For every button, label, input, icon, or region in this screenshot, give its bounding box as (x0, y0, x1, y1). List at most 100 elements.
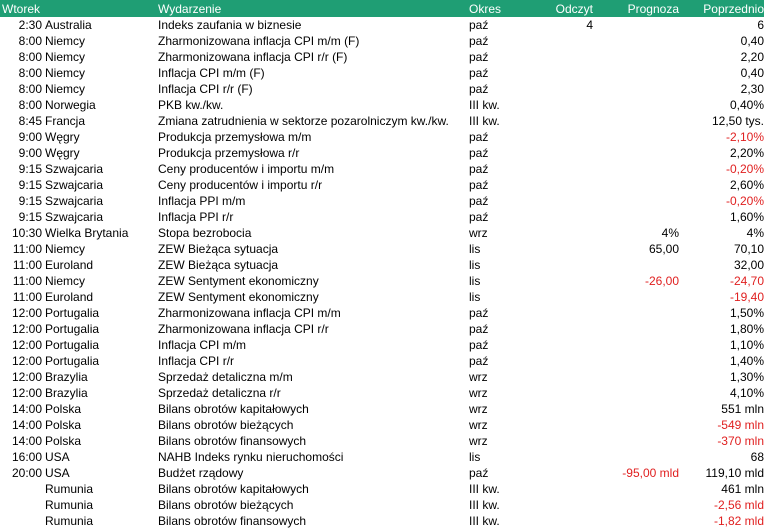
table-row: 2:30 Australia Indeks zaufania w biznesie p… (0, 17, 764, 33)
table-row: 9:15 Szwajcaria Ceny producentów i importu… (0, 161, 764, 177)
table-body: 2:30 Australia Indeks zaufania w biznesie p… (0, 17, 764, 529)
cell-period: lis (469, 450, 481, 464)
cell-period: paź (469, 210, 489, 224)
cell-country: Wielka Brytania (45, 226, 129, 240)
header-forecast: Prognoza (627, 1, 679, 16)
header-event: Wydarzenie (158, 1, 222, 16)
cell-period: paź (469, 146, 489, 160)
cell-country: Szwajcaria (45, 178, 104, 192)
cell-previous: 68 (750, 450, 764, 464)
cell-period: III kw. (469, 114, 500, 128)
cell-actual: 4 (586, 18, 593, 32)
cell-country: Niemcy (45, 242, 86, 256)
cell-time: 14:00 (11, 434, 42, 448)
cell-period: paź (469, 82, 489, 96)
cell-previous: 32,00 (733, 258, 764, 272)
cell-event: Inflacja CPI r/r (F) (158, 82, 253, 96)
cell-time: 12:00 (11, 370, 42, 384)
table-row: 8:00 Niemcy Zharmonizowana inflacja CPI r/… (0, 49, 764, 65)
cell-country: Brazylia (45, 386, 88, 400)
cell-period: paź (469, 322, 489, 336)
cell-previous: 2,60% (729, 178, 764, 192)
cell-event: ZEW Sentyment ekonomiczny (158, 274, 319, 288)
cell-previous: -24,70 (729, 274, 764, 288)
cell-time: 12:00 (11, 386, 42, 400)
cell-time: 11:00 (12, 242, 42, 256)
cell-period: III kw. (469, 498, 500, 512)
table-row: 12:00 Portugalia Inflacja CPI m/m paź 1,10% (0, 337, 764, 353)
cell-previous: 0,40% (729, 98, 764, 112)
cell-country: Francja (45, 114, 86, 128)
cell-previous: 2,30 (740, 82, 764, 96)
cell-country: Szwajcaria (45, 162, 104, 176)
table-row: 9:00 Węgry Produkcja przemysłowa m/m paź -2,… (0, 129, 764, 145)
cell-previous: 551 mln (721, 402, 764, 416)
cell-period: paź (469, 50, 489, 64)
cell-previous: 1,40% (729, 354, 764, 368)
cell-event: Inflacja CPI m/m (F) (158, 66, 265, 80)
cell-event: Produkcja przemysłowa r/r (158, 146, 300, 160)
cell-period: paź (469, 466, 489, 480)
cell-event: Budżet rządowy (158, 466, 244, 480)
cell-country: Polska (45, 434, 82, 448)
table-row: 12:00 Portugalia Zharmonizowana inflacja C… (0, 321, 764, 337)
table-row: 9:15 Szwajcaria Ceny producentów i importu… (0, 177, 764, 193)
cell-country: Portugalia (45, 322, 100, 336)
cell-event: Inflacja CPI m/m (158, 338, 247, 352)
cell-event: Zharmonizowana inflacja CPI r/r (F) (158, 50, 348, 64)
cell-time: 14:00 (11, 402, 42, 416)
cell-time: 12:00 (11, 306, 42, 320)
cell-country: Niemcy (45, 274, 86, 288)
cell-country: Australia (45, 18, 92, 32)
cell-previous: 119,10 mld (705, 466, 764, 480)
cell-previous: 0,40 (740, 34, 764, 48)
cell-country: Niemcy (45, 66, 86, 80)
cell-time: 11:00 (12, 290, 42, 304)
cell-country: Norwegia (45, 98, 96, 112)
cell-previous: 1,80% (729, 322, 764, 336)
cell-period: wrz (469, 386, 488, 400)
cell-previous: 1,10% (729, 338, 764, 352)
cell-country: Portugalia (45, 354, 100, 368)
cell-event: Indeks zaufania w biznesie (158, 18, 302, 32)
cell-period: paź (469, 130, 489, 144)
cell-country: Euroland (45, 290, 94, 304)
cell-time: 12:00 (11, 322, 42, 336)
cell-time: 8:00 (18, 50, 42, 64)
cell-previous: -549 mln (717, 418, 764, 432)
cell-forecast: 65,00 (648, 242, 679, 256)
cell-time: 9:00 (18, 146, 42, 160)
table-row: 9:00 Węgry Produkcja przemysłowa r/r paź 2,2… (0, 145, 764, 161)
cell-time: 8:00 (18, 98, 42, 112)
cell-forecast: -95,00 mld (622, 466, 679, 480)
cell-previous: 4,10% (729, 386, 764, 400)
cell-time: 11:00 (12, 274, 42, 288)
table-row: 12:00 Brazylia Sprzedaż detaliczna r/r wrz 4… (0, 385, 764, 401)
cell-previous: 461 mln (721, 482, 764, 496)
cell-country: Niemcy (45, 50, 86, 64)
table-row: 9:15 Szwajcaria Inflacja PPI r/r paź 1,60% (0, 209, 764, 225)
table-row: 11:00 Euroland ZEW Sentyment ekonomiczny li… (0, 289, 764, 305)
cell-event: Bilans obrotów kapitałowych (158, 482, 309, 496)
cell-time: 9:15 (18, 162, 42, 176)
cell-period: wrz (469, 418, 488, 432)
table-row: 12:00 Portugalia Zharmonizowana inflacja C… (0, 305, 764, 321)
cell-country: Portugalia (45, 338, 100, 352)
cell-period: wrz (469, 402, 488, 416)
cell-period: lis (469, 242, 481, 256)
cell-event: ZEW Bieżąca sytuacja (158, 242, 279, 256)
cell-period: paź (469, 162, 489, 176)
cell-forecast: -26,00 (644, 274, 679, 288)
cell-time: 8:45 (18, 114, 42, 128)
cell-previous: 1,30% (729, 370, 764, 384)
cell-country: Polska (45, 418, 82, 432)
cell-period: III kw. (469, 98, 500, 112)
cell-country: Niemcy (45, 34, 86, 48)
table-row: 11:00 Niemcy ZEW Sentyment ekonomiczny lis -… (0, 273, 764, 289)
table-row: 16:00 USA NAHB Indeks rynku nieruchomości l… (0, 449, 764, 465)
cell-event: Bilans obrotów finansowych (158, 434, 307, 448)
cell-event: PKB kw./kw. (158, 98, 224, 112)
table-row: 14:00 Polska Bilans obrotów kapitałowych wr… (0, 401, 764, 417)
cell-event: Zharmonizowana inflacja CPI m/m (158, 306, 341, 320)
table-row: 8:00 Norwegia PKB kw./kw. III kw. 0,40% (0, 97, 764, 113)
